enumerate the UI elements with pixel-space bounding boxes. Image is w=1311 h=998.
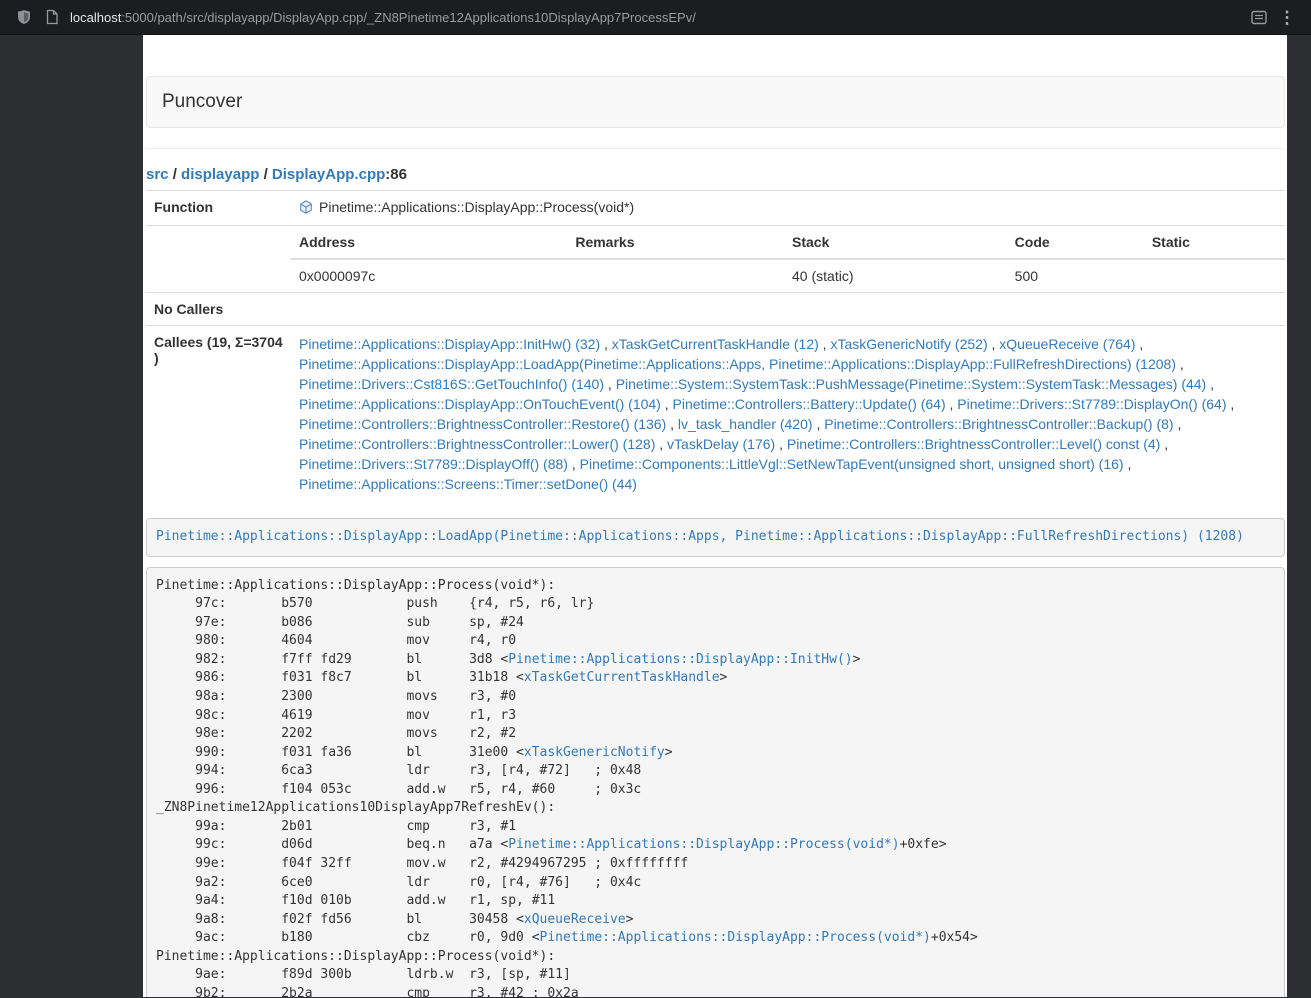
callee-separator: , [1227, 396, 1235, 412]
stats-header-stack: Stack [784, 226, 1007, 259]
function-name: Pinetime::Applications::DisplayApp::Proc… [319, 199, 634, 215]
callee-separator: , [1176, 356, 1184, 372]
stats-value-remarks [567, 259, 784, 292]
callee-separator: , [819, 336, 831, 352]
callee-link[interactable]: Pinetime::Applications::DisplayApp::Load… [299, 356, 1176, 372]
callee-link[interactable]: Pinetime::Drivers::St7789::DisplayOn() (… [957, 396, 1226, 412]
url-host: localhost [70, 10, 121, 25]
callee-separator: , [946, 396, 958, 412]
callee-link[interactable]: Pinetime::Controllers::BrightnessControl… [299, 416, 666, 432]
breadcrumb-line-number: :86 [385, 166, 407, 183]
callee-separator: , [666, 416, 678, 432]
stats-header-address: Address [291, 226, 567, 259]
callee-link[interactable]: Pinetime::Drivers::Cst816S::GetTouchInfo… [299, 376, 604, 392]
content-container: Puncover src / displayapp / DisplayApp.c… [143, 35, 1287, 997]
disasm-symbol-link[interactable]: xTaskGenericNotify [524, 745, 665, 760]
breadcrumb-separator: / [169, 166, 182, 183]
callee-link[interactable]: xTaskGenericNotify (252) [830, 336, 987, 352]
callee-separator: , [1160, 436, 1168, 452]
disassembly: Pinetime::Applications::DisplayApp::Proc… [146, 567, 1285, 997]
stats-value-row: 0x0000097c 40 (static)500 [291, 259, 1285, 292]
stats-value-stack: 40 (static) [784, 259, 1007, 292]
callee-link[interactable]: xTaskGetCurrentTaskHandle (12) [612, 336, 819, 352]
disasm-symbol-link[interactable]: xQueueReceive [524, 912, 626, 927]
stats-header-code: Code [1007, 226, 1144, 259]
stats-header-row: AddressRemarksStackCodeStatic [291, 226, 1285, 259]
callee-link[interactable]: Pinetime::Drivers::St7789::DisplayOff() … [299, 456, 568, 472]
callees-label: Callees (19, Σ=3704 ) [146, 326, 291, 503]
stats-header-static: Static [1144, 226, 1285, 259]
page-icon-svg [45, 9, 59, 25]
reader-view-icon[interactable] [1245, 4, 1273, 30]
function-table: Function Pinetime::Applications::Display… [146, 190, 1285, 502]
url-bar[interactable]: localhost:5000/path/src/displayapp/Displ… [70, 10, 1245, 25]
function-label: Function [146, 191, 291, 226]
callee-link[interactable]: Pinetime::Controllers::BrightnessControl… [787, 436, 1160, 452]
callee-separator: , [661, 396, 673, 412]
browser-toolbar: localhost:5000/path/src/displayapp/Displ… [0, 0, 1311, 35]
callee-link[interactable]: Pinetime::Applications::DisplayApp::OnTo… [299, 396, 661, 412]
divider [146, 148, 1285, 149]
callee-separator: , [1135, 336, 1143, 352]
stats-value-address: 0x0000097c [291, 259, 567, 292]
no-callers-row: No Callers [146, 293, 1285, 326]
stats-header-remarks: Remarks [567, 226, 784, 259]
breadcrumb-link[interactable]: DisplayApp.cpp [272, 166, 385, 183]
method-icon-svg [299, 200, 313, 214]
callees-cell: Pinetime::Applications::DisplayApp::Init… [291, 326, 1285, 503]
disasm-symbol-link[interactable]: Pinetime::Applications::DisplayApp::Proc… [508, 837, 899, 852]
stats-cell: AddressRemarksStackCodeStatic 0x0000097c… [291, 226, 1285, 293]
breadcrumb-separator: / [259, 166, 272, 183]
no-callers-cell [291, 293, 1285, 326]
callee-link[interactable]: Pinetime::Controllers::BrightnessControl… [824, 416, 1173, 432]
shield-icon[interactable] [10, 4, 38, 30]
disasm-symbol-link[interactable]: Pinetime::Applications::DisplayApp::Proc… [540, 930, 931, 945]
callees-row: Callees (19, Σ=3704 ) Pinetime::Applicat… [146, 326, 1285, 503]
callee-link[interactable]: lv_task_handler (420) [678, 416, 813, 432]
reader-view-icon-svg [1251, 10, 1267, 25]
callee-link[interactable]: Pinetime::Applications::DisplayApp::Init… [299, 336, 600, 352]
stats-table: AddressRemarksStackCodeStatic 0x0000097c… [291, 226, 1285, 292]
callee-link[interactable]: Pinetime::Applications::Screens::Timer::… [299, 476, 637, 492]
callee-separator: , [1206, 376, 1214, 392]
app-header: Puncover [146, 76, 1285, 128]
breadcrumb-link[interactable]: src [146, 166, 169, 183]
callee-link[interactable]: Pinetime::Controllers::Battery::Update()… [673, 396, 946, 412]
breadcrumb-link[interactable]: displayapp [181, 166, 259, 183]
disasm-symbol-link[interactable]: xTaskGetCurrentTaskHandle [524, 670, 720, 685]
callee-link[interactable]: Pinetime::Components::LittleVgl::SetNewT… [580, 456, 1124, 472]
stats-value-static [1144, 259, 1285, 292]
method-icon [299, 200, 313, 217]
shield-icon-svg [16, 9, 32, 25]
callee-separator: , [655, 436, 667, 452]
callee-separator: , [775, 436, 787, 452]
disasm-symbol-link[interactable]: Pinetime::Applications::DisplayApp::Init… [508, 652, 852, 667]
symbol-link-box: Pinetime::Applications::DisplayApp::Load… [146, 518, 1285, 557]
callee-link[interactable]: xQueueReceive (764) [999, 336, 1135, 352]
app-title[interactable]: Puncover [162, 91, 242, 113]
callee-separator: , [813, 416, 825, 432]
callee-separator: , [604, 376, 616, 392]
stats-row: AddressRemarksStackCodeStatic 0x0000097c… [146, 226, 1285, 293]
callee-link[interactable]: vTaskDelay (176) [667, 436, 775, 452]
callee-link[interactable]: Pinetime::Controllers::BrightnessControl… [299, 436, 655, 452]
callee-separator: , [1174, 416, 1182, 432]
page-icon [38, 4, 66, 30]
stats-value-code: 500 [1007, 259, 1144, 292]
function-name-cell: Pinetime::Applications::DisplayApp::Proc… [291, 191, 1285, 226]
function-row: Function Pinetime::Applications::Display… [146, 191, 1285, 226]
breadcrumb: src / displayapp / DisplayApp.cpp:86 [146, 165, 1285, 184]
callee-separator: , [1124, 456, 1132, 472]
symbol-link[interactable]: Pinetime::Applications::DisplayApp::Load… [156, 529, 1244, 544]
menu-icon[interactable]: ⋮ [1273, 4, 1301, 30]
no-callers-label: No Callers [146, 293, 291, 326]
callee-link[interactable]: Pinetime::System::SystemTask::PushMessag… [616, 376, 1207, 392]
spacer-cell [146, 226, 291, 293]
callee-separator: , [988, 336, 1000, 352]
page-background: Puncover src / displayapp / DisplayApp.c… [0, 35, 1311, 997]
callee-separator: , [600, 336, 612, 352]
callee-separator: , [568, 456, 580, 472]
url-path: :5000/path/src/displayapp/DisplayApp.cpp… [121, 10, 696, 25]
toolbar-actions: ⋮ [1245, 4, 1301, 30]
